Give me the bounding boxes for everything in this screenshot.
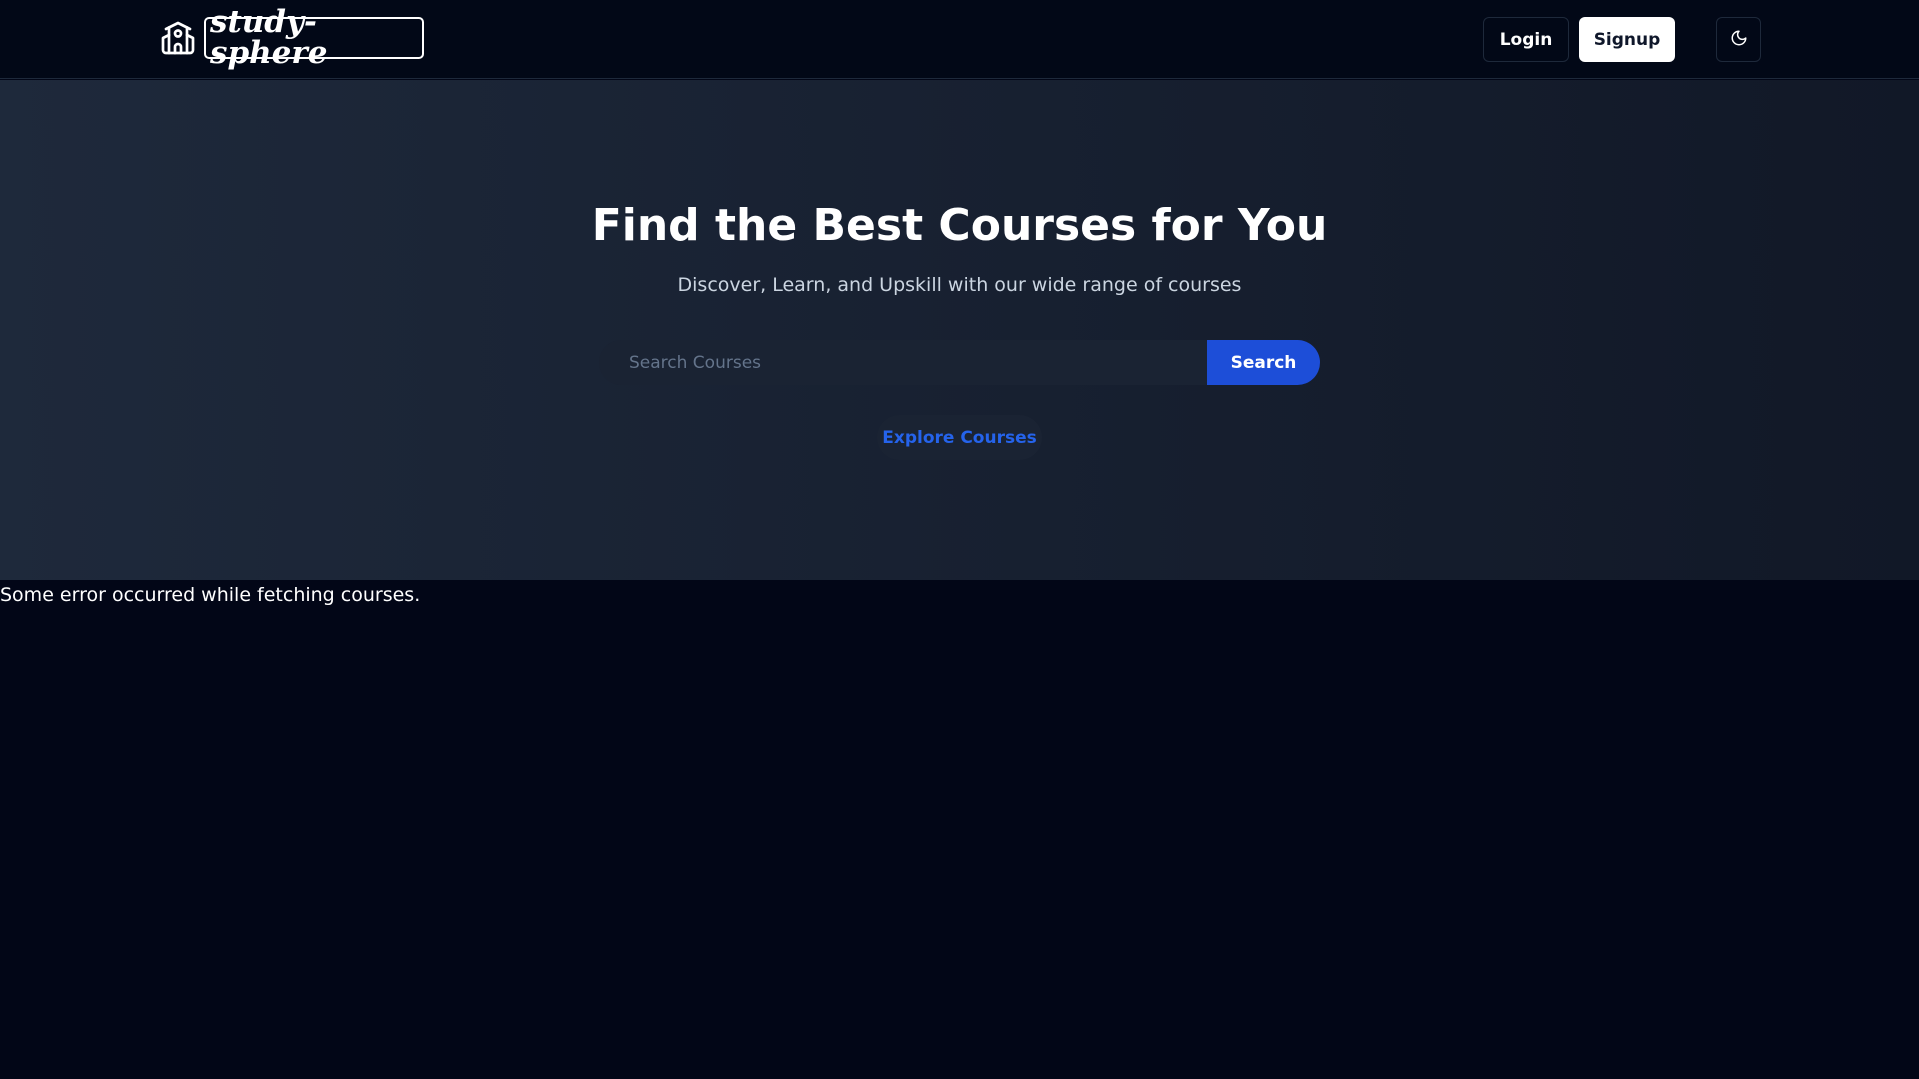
theme-toggle-button[interactable] xyxy=(1716,17,1761,62)
signup-button[interactable]: Signup xyxy=(1579,17,1675,62)
top-navbar: study-sphere Login Signup xyxy=(0,0,1919,79)
hero-subtitle: Discover, Learn, and Upskill with our wi… xyxy=(677,274,1242,296)
login-button[interactable]: Login xyxy=(1483,17,1569,62)
search-input[interactable] xyxy=(599,340,1207,385)
hero-section: Find the Best Courses for You Discover, … xyxy=(0,80,1919,580)
school-building-icon xyxy=(160,20,196,56)
brand-name: study-sphere xyxy=(204,7,424,69)
explore-courses-button[interactable]: Explore Courses xyxy=(877,415,1042,460)
course-search-bar: Search xyxy=(599,340,1320,385)
moon-icon xyxy=(1730,29,1748,51)
hero-title: Find the Best Courses for You xyxy=(591,200,1328,251)
error-message: Some error occurred while fetching cours… xyxy=(0,584,421,606)
brand-logo[interactable]: study-sphere xyxy=(160,7,424,69)
nav-actions: Login Signup xyxy=(1483,17,1761,62)
search-button[interactable]: Search xyxy=(1207,340,1320,385)
